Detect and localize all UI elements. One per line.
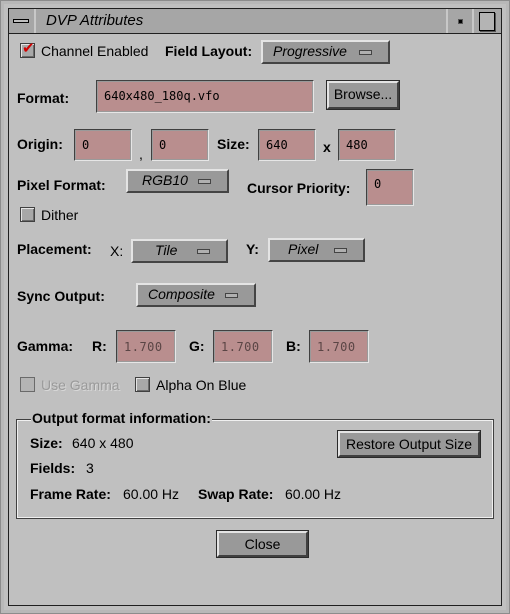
format-input[interactable]: 640x480_180q.vfo <box>96 80 314 113</box>
restore-output-size-button[interactable]: Restore Output Size <box>337 430 481 458</box>
pixel-format-value: RGB10 <box>142 172 188 188</box>
close-button[interactable]: Close <box>216 530 309 558</box>
option-menu-indicator-icon <box>225 293 238 298</box>
use-gamma-label: Use Gamma <box>41 377 120 393</box>
size-width-input[interactable]: 640 <box>258 129 316 161</box>
frame-rate-value: 60.00 Hz <box>123 486 180 502</box>
window-menu-icon <box>13 19 29 23</box>
sync-output-label: Sync Output: <box>17 288 105 304</box>
checkmark-icon: ✔ <box>22 40 35 57</box>
field-layout-option-menu[interactable]: Progressive <box>261 40 390 64</box>
output-fields-value: 3 <box>86 460 94 476</box>
output-size-value: 640 x 480 <box>72 435 134 451</box>
placement-label: Placement: <box>17 241 92 257</box>
origin-label: Origin: <box>17 136 63 152</box>
dither-label: Dither <box>41 207 79 223</box>
cursor-priority-label: Cursor Priority: <box>247 180 351 196</box>
cursor-priority-input[interactable]: 0 <box>366 169 414 206</box>
gamma-label: Gamma: <box>17 338 74 354</box>
gamma-g-label: G: <box>189 338 205 354</box>
option-menu-indicator-icon <box>359 50 372 55</box>
placement-x-option-menu[interactable]: Tile <box>131 239 228 263</box>
frame-rate-label: Frame Rate: <box>30 486 111 502</box>
origin-x-input[interactable]: 0 <box>74 129 132 161</box>
swap-rate-label: Swap Rate: <box>198 486 274 502</box>
swap-rate-value: 60.00 Hz <box>285 486 342 502</box>
gamma-b-label: B: <box>286 338 301 354</box>
size-height-input[interactable]: 480 <box>338 129 396 161</box>
maximize-icon <box>479 12 495 31</box>
placement-y-value: Pixel <box>288 241 319 257</box>
dither-checkbox[interactable] <box>20 207 35 222</box>
pixel-format-label: Pixel Format: <box>17 177 106 193</box>
gamma-r-input[interactable]: 1.700 <box>116 330 176 363</box>
channel-enabled-checkbox[interactable]: ✔ <box>20 40 35 58</box>
format-label: Format: <box>17 90 70 106</box>
minimize-icon <box>458 19 463 24</box>
field-layout-label: Field Layout: <box>165 43 253 59</box>
placement-y-option-menu[interactable]: Pixel <box>268 238 365 262</box>
sync-output-option-menu[interactable]: Composite <box>136 283 256 307</box>
browse-button[interactable]: Browse... <box>326 80 400 110</box>
gamma-b-input[interactable]: 1.700 <box>309 330 369 363</box>
size-label: Size: <box>217 136 250 152</box>
window-menu-button[interactable] <box>9 9 36 33</box>
placement-x-value: Tile <box>155 242 178 258</box>
gamma-g-input[interactable]: 1.700 <box>213 330 273 363</box>
field-layout-value: Progressive <box>273 43 347 59</box>
option-menu-indicator-icon <box>197 249 210 254</box>
window-title: DVP Attributes <box>46 12 144 29</box>
title-bar[interactable]: DVP Attributes <box>9 9 501 34</box>
placement-y-label: Y: <box>246 241 259 257</box>
origin-y-input[interactable]: 0 <box>151 129 209 161</box>
alpha-on-blue-label: Alpha On Blue <box>156 377 247 393</box>
origin-separator: , <box>139 146 143 162</box>
option-menu-indicator-icon <box>198 179 211 184</box>
maximize-button[interactable] <box>472 9 501 33</box>
use-gamma-checkbox[interactable] <box>20 377 35 392</box>
minimize-button[interactable] <box>446 9 474 33</box>
output-fields-label: Fields: <box>30 460 76 476</box>
alpha-on-blue-checkbox[interactable] <box>135 377 150 392</box>
size-separator: x <box>323 139 331 155</box>
option-menu-indicator-icon <box>334 248 347 253</box>
gamma-r-label: R: <box>92 338 107 354</box>
placement-x-label: X: <box>110 243 124 259</box>
channel-enabled-label: Channel Enabled <box>41 43 149 59</box>
pixel-format-option-menu[interactable]: RGB10 <box>126 169 229 193</box>
output-size-label: Size: <box>30 435 63 451</box>
output-format-group-title: Output format information: <box>31 410 212 426</box>
sync-output-value: Composite <box>148 286 215 302</box>
